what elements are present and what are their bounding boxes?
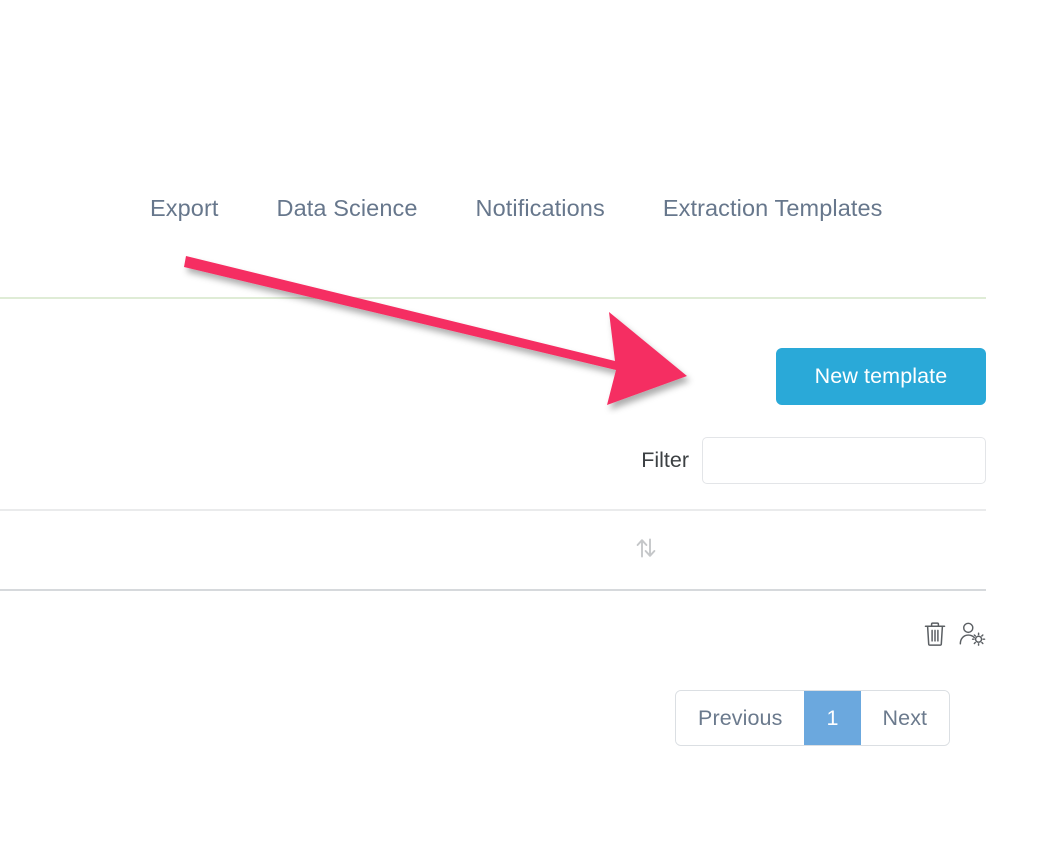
settings-tab-bar: Export Data Science Notifications Extrac… — [0, 186, 986, 232]
tab-data-science[interactable]: Data Science — [277, 197, 418, 221]
filter-label: Filter — [641, 450, 689, 472]
annotation-arrow — [175, 245, 785, 415]
tab-extraction-templates[interactable]: Extraction Templates — [663, 197, 883, 221]
table-header-bottom-divider — [0, 589, 986, 591]
new-template-button[interactable]: New template — [776, 348, 986, 405]
pagination-previous-button[interactable]: Previous — [676, 691, 804, 745]
filter-row: Filter — [560, 437, 986, 484]
trash-icon[interactable] — [921, 620, 948, 649]
tab-export[interactable]: Export — [150, 197, 219, 221]
pagination-next-button[interactable]: Next — [861, 691, 950, 745]
tab-notifications[interactable]: Notifications — [476, 197, 605, 221]
filter-input[interactable] — [702, 437, 986, 484]
row-action-group — [890, 617, 986, 651]
tabbar-bottom-divider — [0, 297, 986, 299]
sort-updown-icon[interactable] — [628, 530, 664, 566]
table-header-top-divider — [0, 509, 986, 511]
page-root: Export Data Science Notifications Extrac… — [0, 0, 1048, 842]
user-gear-icon[interactable] — [959, 620, 986, 649]
pagination: Previous 1 Next — [675, 690, 950, 746]
pagination-page-1-button[interactable]: 1 — [804, 691, 860, 745]
